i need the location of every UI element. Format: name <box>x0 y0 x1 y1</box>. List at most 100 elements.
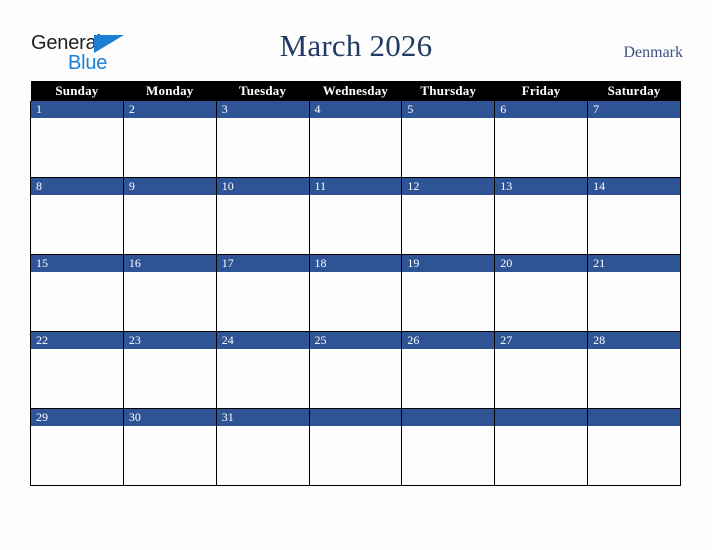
calendar-day-cell[interactable]: 24 <box>215 331 310 409</box>
day-events-area[interactable] <box>216 426 309 485</box>
day-events-area[interactable] <box>495 118 588 177</box>
day-events-area <box>309 426 402 485</box>
calendar-day-cell[interactable]: 31 <box>215 408 310 486</box>
calendar-day-cell[interactable]: 20 <box>494 254 589 332</box>
day-events-area[interactable] <box>402 349 495 408</box>
weekday-header-monday: Monday <box>123 81 217 101</box>
calendar-day-cell[interactable]: 5 <box>401 101 496 178</box>
day-events-area[interactable] <box>402 272 495 331</box>
day-events-area[interactable] <box>31 118 123 177</box>
country-label: Denmark <box>623 44 683 61</box>
day-events-area[interactable] <box>216 118 309 177</box>
calendar-day-cell[interactable]: 1 <box>30 101 124 178</box>
calendar-day-cell-empty <box>308 408 403 486</box>
calendar-page: General Blue March 2026 Denmark Sunday M… <box>0 0 712 550</box>
day-number: 19 <box>402 255 495 272</box>
calendar-day-cell[interactable]: 30 <box>122 408 217 486</box>
day-events-area[interactable] <box>309 272 402 331</box>
calendar-day-cell[interactable]: 6 <box>494 101 589 178</box>
calendar-day-cell[interactable]: 21 <box>587 254 681 332</box>
day-events-area[interactable] <box>123 272 216 331</box>
day-events-area[interactable] <box>123 349 216 408</box>
calendar-day-cell[interactable]: 9 <box>122 177 217 255</box>
day-number: 18 <box>309 255 402 272</box>
calendar-grid: Sunday Monday Tuesday Wednesday Thursday… <box>30 81 681 486</box>
day-number: 1 <box>31 101 123 118</box>
weekday-header-wednesday: Wednesday <box>309 81 402 101</box>
calendar-day-cell[interactable]: 28 <box>587 331 681 409</box>
day-events-area[interactable] <box>495 195 588 254</box>
day-events-area <box>588 426 680 485</box>
calendar-day-cell[interactable]: 25 <box>308 331 403 409</box>
calendar-day-cell[interactable]: 16 <box>122 254 217 332</box>
day-events-area[interactable] <box>31 426 123 485</box>
day-number: 10 <box>216 178 309 195</box>
day-number: 22 <box>31 332 123 349</box>
calendar-day-cell[interactable]: 29 <box>30 408 124 486</box>
calendar-day-cell[interactable]: 19 <box>401 254 496 332</box>
day-number: 11 <box>309 178 402 195</box>
day-events-area[interactable] <box>123 118 216 177</box>
calendar-week-row: 29 30 31 <box>30 408 681 486</box>
calendar-day-cell[interactable]: 10 <box>215 177 310 255</box>
day-events-area[interactable] <box>309 195 402 254</box>
day-events-area[interactable] <box>31 349 123 408</box>
day-events-area <box>402 426 495 485</box>
calendar-day-cell[interactable]: 2 <box>122 101 217 178</box>
day-number: 24 <box>216 332 309 349</box>
calendar-day-cell[interactable]: 27 <box>494 331 589 409</box>
day-events-area[interactable] <box>588 272 680 331</box>
day-events-area[interactable] <box>402 118 495 177</box>
day-number: 12 <box>402 178 495 195</box>
calendar-day-cell[interactable]: 4 <box>308 101 403 178</box>
page-header: General Blue March 2026 Denmark <box>0 0 712 78</box>
calendar-day-cell[interactable]: 17 <box>215 254 310 332</box>
calendar-day-cell[interactable]: 14 <box>587 177 681 255</box>
day-number: 15 <box>31 255 123 272</box>
calendar-day-cell[interactable]: 8 <box>30 177 124 255</box>
day-events-area[interactable] <box>588 195 680 254</box>
day-number: 8 <box>31 178 123 195</box>
day-number: 30 <box>123 409 216 426</box>
day-number: 2 <box>123 101 216 118</box>
calendar-day-cell[interactable]: 13 <box>494 177 589 255</box>
calendar-day-cell[interactable]: 23 <box>122 331 217 409</box>
day-events-area[interactable] <box>309 118 402 177</box>
day-number <box>588 409 680 426</box>
day-number: 20 <box>495 255 588 272</box>
calendar-day-cell[interactable]: 26 <box>401 331 496 409</box>
day-events-area[interactable] <box>402 195 495 254</box>
calendar-day-cell[interactable]: 11 <box>308 177 403 255</box>
day-events-area[interactable] <box>123 426 216 485</box>
day-events-area[interactable] <box>216 195 309 254</box>
weekday-header-row: Sunday Monday Tuesday Wednesday Thursday… <box>30 81 681 101</box>
weekday-header-saturday: Saturday <box>587 81 681 101</box>
calendar-day-cell[interactable]: 12 <box>401 177 496 255</box>
day-number: 21 <box>588 255 680 272</box>
day-number: 16 <box>123 255 216 272</box>
weekday-header-sunday: Sunday <box>30 81 124 101</box>
day-number: 4 <box>309 101 402 118</box>
day-events-area[interactable] <box>495 272 588 331</box>
day-events-area[interactable] <box>495 349 588 408</box>
day-events-area[interactable] <box>588 349 680 408</box>
day-events-area[interactable] <box>216 349 309 408</box>
day-events-area[interactable] <box>588 118 680 177</box>
calendar-day-cell-empty <box>494 408 589 486</box>
day-number: 25 <box>309 332 402 349</box>
calendar-day-cell[interactable]: 7 <box>587 101 681 178</box>
day-events-area[interactable] <box>216 272 309 331</box>
day-number: 13 <box>495 178 588 195</box>
calendar-day-cell[interactable]: 15 <box>30 254 124 332</box>
calendar-week-row: 1 2 3 4 5 6 7 <box>30 101 681 178</box>
day-events-area[interactable] <box>123 195 216 254</box>
day-number: 26 <box>402 332 495 349</box>
day-number: 5 <box>402 101 495 118</box>
day-events-area <box>495 426 588 485</box>
day-events-area[interactable] <box>31 272 123 331</box>
calendar-day-cell[interactable]: 3 <box>215 101 310 178</box>
day-events-area[interactable] <box>309 349 402 408</box>
day-events-area[interactable] <box>31 195 123 254</box>
calendar-day-cell[interactable]: 18 <box>308 254 403 332</box>
calendar-day-cell[interactable]: 22 <box>30 331 124 409</box>
